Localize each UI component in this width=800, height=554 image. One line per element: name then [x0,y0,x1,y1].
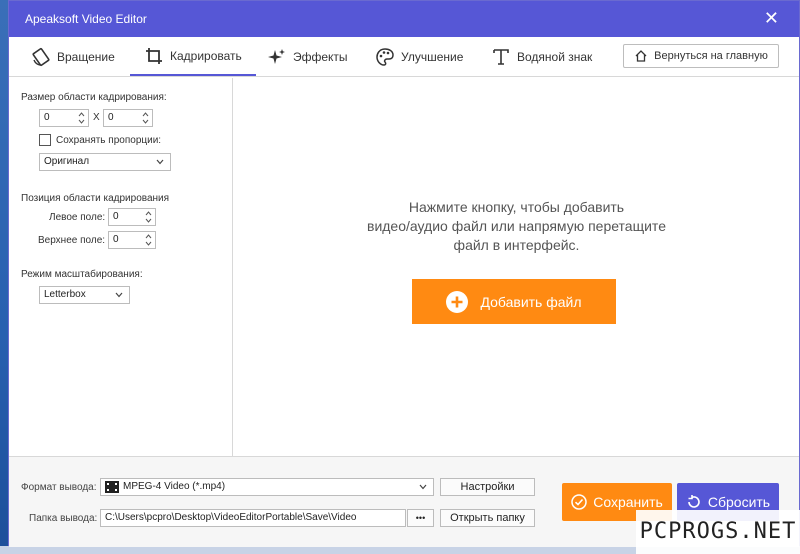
add-file-button[interactable]: Добавить файл [412,279,616,324]
home-icon [635,50,647,62]
drop-prompt-line: файл в интерфейс. [453,237,580,253]
crop-settings-panel: Размер области кадрирования: 0 X 0 Сохра… [9,78,233,456]
crop-width-input[interactable]: 0 [39,109,89,127]
top-margin-value: 0 [113,234,119,245]
save-label: Сохранить [593,494,663,510]
open-folder-button[interactable]: Открыть папку [440,509,535,527]
output-folder-label: Папка вывода: [29,513,98,524]
tab-crop[interactable]: Кадрировать [130,37,256,76]
window-title: Apeaksoft Video Editor [25,12,147,26]
top-margin-input[interactable]: 0 [108,231,156,249]
output-format-label: Формат вывода: [21,482,97,493]
tab-effects-label: Эффекты [293,50,348,64]
reset-label: Сбросить [707,494,771,510]
crop-icon [146,47,162,64]
crop-height-input[interactable]: 0 [103,109,153,127]
film-icon [105,481,119,493]
palette-icon [376,48,394,66]
reset-arrow-icon [688,495,700,508]
tab-rotate[interactable]: Вращение [31,37,115,77]
tab-rotate-label: Вращение [57,50,115,64]
left-margin-value: 0 [113,211,119,222]
crop-height-value: 0 [108,112,114,123]
zoom-mode-value: Letterbox [44,289,86,300]
tab-bar: Вращение Кадрировать Эффекты Улучшение В… [9,37,799,77]
left-margin-label: Левое поле: [49,212,106,223]
chevron-down-icon [419,484,427,490]
spinner-arrows-icon [145,211,152,223]
close-icon[interactable]: ✕ [764,9,779,27]
output-format-select[interactable]: MPEG-4 Video (*.mp4) [100,478,434,496]
crop-width-value: 0 [44,112,50,123]
browse-folder-button[interactable]: ••• [407,509,434,527]
left-margin-input[interactable]: 0 [108,208,156,226]
return-home-label: Вернуться на главную [654,50,768,62]
top-margin-label: Верхнее поле: [38,235,106,246]
crop-size-label: Размер области кадрирования: [21,92,167,103]
tab-watermark-label: Водяной знак [517,50,593,64]
drop-prompt: Нажмите кнопку, чтобы добавить видео/ауд… [234,198,799,255]
output-format-value: MPEG-4 Video (*.mp4) [123,481,226,492]
keep-ratio-label: Сохранять пропорции: [56,135,162,146]
spinner-arrows-icon [145,234,152,246]
check-circle-icon [571,494,587,510]
keep-ratio-checkbox[interactable] [39,134,51,146]
add-file-label: Добавить файл [480,293,582,310]
title-bar: Apeaksoft Video Editor ✕ [9,1,799,37]
spinner-arrows-icon [78,112,85,124]
plus-circle-icon [446,290,469,313]
tab-enhance[interactable]: Улучшение [375,37,463,77]
app-window: Apeaksoft Video Editor ✕ Вращение Кадрир… [8,0,800,547]
aspect-ratio-value: Оригинал [44,156,90,167]
tab-enhance-label: Улучшение [401,50,464,64]
drop-prompt-line: видео/аудио файл или напрямую перетащите [367,218,666,234]
desktop-edge [0,0,8,554]
zoom-mode-select[interactable]: Letterbox [39,286,130,304]
preview-drop-area[interactable]: Нажмите кнопку, чтобы добавить видео/ауд… [234,78,799,456]
drop-prompt-line: Нажмите кнопку, чтобы добавить [408,199,625,215]
settings-button[interactable]: Настройки [440,478,535,496]
return-home-button[interactable]: Вернуться на главную [623,44,779,68]
spinner-arrows-icon [142,112,149,124]
zoom-mode-label: Режим масштабирования: [21,269,143,280]
crop-position-label: Позиция области кадрирования [21,193,170,204]
aspect-ratio-select[interactable]: Оригинал [39,153,171,171]
effects-sparkle-icon [268,49,285,64]
chevron-down-icon [156,159,164,165]
output-folder-field[interactable]: C:\Users\pcpro\Desktop\VideoEditorPortab… [100,509,406,527]
site-watermark: PCPROGS.NET [636,510,800,554]
tab-effects[interactable]: Эффекты [267,37,348,77]
crop-size-separator: X [93,112,100,123]
text-t-icon [493,49,509,65]
tab-crop-label: Кадрировать [170,48,242,63]
rotate-icon [32,47,50,67]
chevron-down-icon [115,292,123,298]
tab-watermark[interactable]: Водяной знак [491,37,592,77]
